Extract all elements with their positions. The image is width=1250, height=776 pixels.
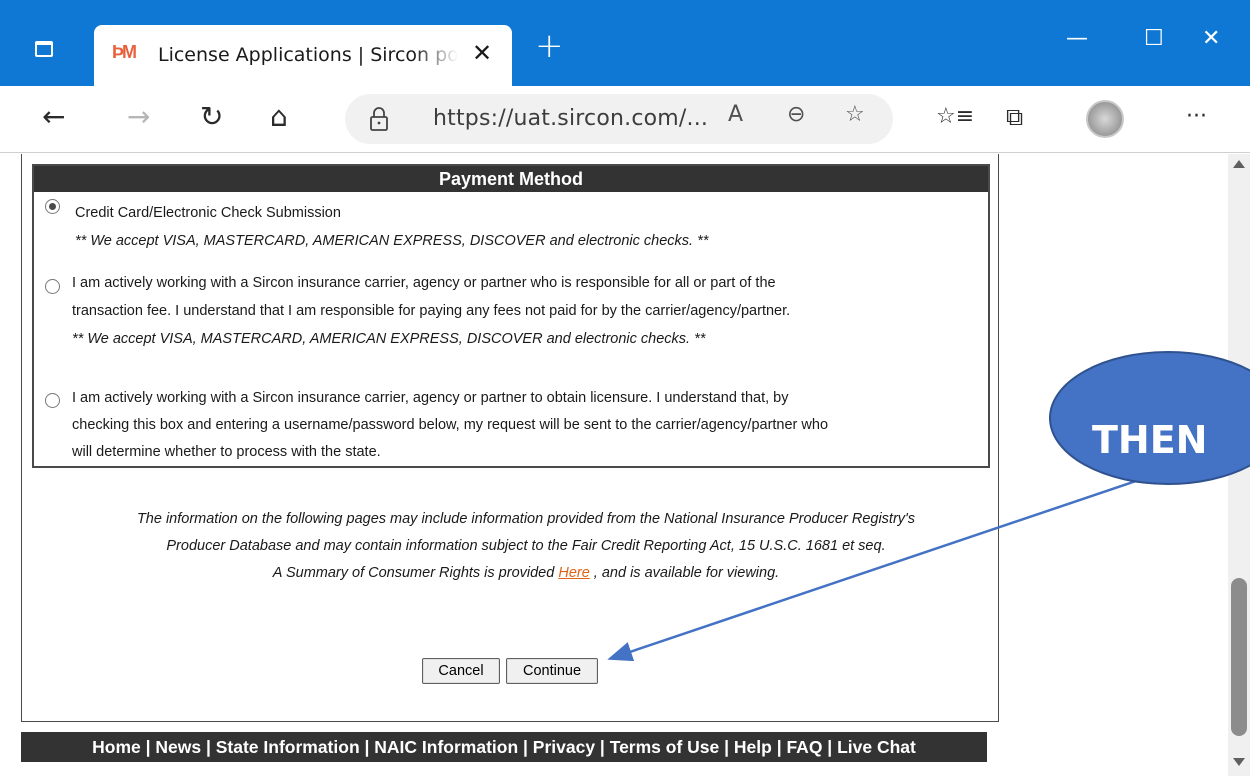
radio-credit-card[interactable] <box>45 199 60 214</box>
footer-link-state-information[interactable]: State Information <box>216 737 360 757</box>
disclaimer-line3-start: A Summary of Consumer Rights is provided <box>272 565 559 581</box>
lock-icon[interactable] <box>369 106 389 132</box>
option-carrier-licensure-line1: I am actively working with a Sircon insu… <box>72 390 789 406</box>
tab-actions-icon[interactable] <box>26 33 62 65</box>
option-carrier-pays-line1: I am actively working with a Sircon insu… <box>72 275 776 291</box>
profile-icon[interactable] <box>1086 100 1124 138</box>
disclaimer-line2: Producer Database and may contain inform… <box>166 538 886 554</box>
then-callout-text: THEN <box>1092 418 1208 462</box>
radio-carrier-pays[interactable] <box>45 279 60 294</box>
content-frame: Payment Method Credit Card/Electronic Ch… <box>21 154 999 722</box>
window-close-icon[interactable]: ✕ <box>1202 26 1220 51</box>
footer-link-terms-of-use[interactable]: Terms of Use <box>610 737 720 757</box>
payment-method-panel: Payment Method Credit Card/Electronic Ch… <box>32 164 990 468</box>
sircon-favicon-icon: ÞM <box>112 42 137 62</box>
disclaimer-line3-end: , and is available for viewing. <box>589 565 780 581</box>
option-carrier-pays-line2: transaction fee. I understand that I am … <box>72 303 791 319</box>
vertical-scrollbar[interactable] <box>1228 154 1250 776</box>
option-credit-card-note: ** We accept VISA, MASTERCARD, AMERICAN … <box>75 233 709 249</box>
footer-separator: | <box>771 737 787 757</box>
page-viewport: Payment Method Credit Card/Electronic Ch… <box>0 154 1228 776</box>
home-icon[interactable]: ⌂ <box>270 100 288 134</box>
scrollbar-thumb[interactable] <box>1231 578 1247 736</box>
footer-separator: | <box>719 737 734 757</box>
footer-separator: | <box>518 737 533 757</box>
new-tab-icon[interactable]: + <box>535 26 564 66</box>
refresh-icon[interactable]: ↻ <box>200 100 223 134</box>
maximize-icon[interactable]: ☐ <box>1144 26 1164 51</box>
footer-separator: | <box>595 737 610 757</box>
collections-icon[interactable]: ⧉ <box>1006 100 1023 134</box>
disclaimer-line1: The information on the following pages m… <box>136 511 916 527</box>
footer-link-privacy[interactable]: Privacy <box>533 737 595 757</box>
footer-separator: | <box>359 737 375 757</box>
consumer-rights-link[interactable]: Here <box>558 565 589 581</box>
minimize-icon[interactable]: — <box>1066 26 1088 51</box>
option-carrier-licensure-line2: checking this box and entering a usernam… <box>72 417 829 433</box>
continue-button[interactable]: Continue <box>506 658 598 684</box>
option-credit-card-label: Credit Card/Electronic Check Submission <box>75 205 341 221</box>
option-carrier-pays-note: ** We accept VISA, MASTERCARD, AMERICAN … <box>72 331 706 347</box>
footer-link-faq[interactable]: FAQ <box>786 737 822 757</box>
scroll-down-arrow-icon[interactable] <box>1233 758 1245 766</box>
forward-icon[interactable]: → <box>127 100 150 134</box>
footer-separator: | <box>201 737 216 757</box>
cancel-button[interactable]: Cancel <box>422 658 500 684</box>
footer-link-naic-information[interactable]: NAIC Information <box>374 737 518 757</box>
radio-carrier-licensure[interactable] <box>45 393 60 408</box>
add-favorite-icon[interactable]: ☆ <box>845 102 865 127</box>
footer-nav: Home | News | State Information | NAIC I… <box>21 732 987 762</box>
zoom-icon[interactable]: ⊖ <box>787 102 805 127</box>
footer-link-news[interactable]: News <box>155 737 201 757</box>
browser-toolbar: ← → ↻ ⌂ https://uat.sircon.com/... A ⊖ ☆… <box>0 86 1250 153</box>
back-icon[interactable]: ← <box>42 100 65 134</box>
footer-link-help[interactable]: Help <box>734 737 772 757</box>
favorites-icon[interactable]: ☆≡ <box>936 100 974 134</box>
footer-separator: | <box>822 737 838 757</box>
read-aloud-icon[interactable]: A <box>728 102 743 127</box>
fcra-disclaimer: The information on the following pages m… <box>52 506 1000 587</box>
title-bar: ÞM License Applications | Sircon powered… <box>0 0 1250 86</box>
scroll-up-arrow-icon[interactable] <box>1233 160 1245 168</box>
more-icon[interactable]: ··· <box>1186 100 1207 134</box>
option-carrier-licensure-line3: will determine whether to process with t… <box>72 444 381 460</box>
tab-close-icon[interactable]: ✕ <box>472 39 492 67</box>
browser-tab[interactable]: ÞM License Applications | Sircon powered… <box>94 25 512 86</box>
address-bar[interactable]: https://uat.sircon.com/... A ⊖ ☆ <box>345 94 893 144</box>
url-text[interactable]: https://uat.sircon.com/... <box>433 106 708 131</box>
footer-link-home[interactable]: Home <box>92 737 141 757</box>
footer-separator: | <box>140 737 156 757</box>
payment-method-header: Payment Method <box>34 166 988 192</box>
disclaimer-line3: A Summary of Consumer Rights is provided… <box>52 560 1000 587</box>
tab-title: License Applications | Sircon powered by… <box>158 44 458 66</box>
footer-link-live-chat[interactable]: Live Chat <box>837 737 916 757</box>
